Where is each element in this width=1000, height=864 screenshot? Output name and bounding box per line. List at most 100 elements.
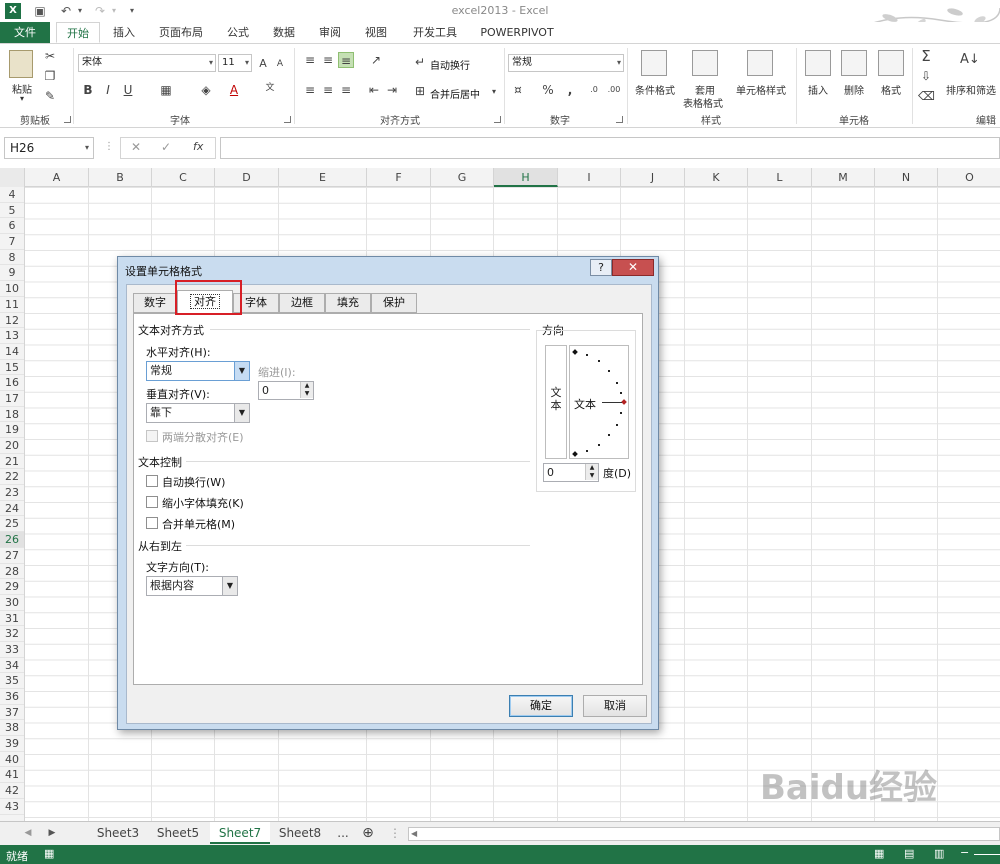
- column-header[interactable]: C: [152, 168, 215, 187]
- column-header[interactable]: G: [431, 168, 494, 187]
- comma-style-icon[interactable]: ,: [562, 82, 578, 98]
- row-header[interactable]: 9: [0, 265, 24, 282]
- row-header[interactable]: 6: [0, 218, 24, 235]
- number-launcher-icon[interactable]: [616, 116, 623, 123]
- row-header[interactable]: 29: [0, 579, 24, 595]
- percent-style-button[interactable]: %: [540, 82, 556, 98]
- row-header[interactable]: 22: [0, 469, 24, 486]
- orientation-icon[interactable]: ↗: [368, 52, 384, 68]
- wrap-text-button[interactable]: 自动换行: [430, 57, 470, 72]
- row-header[interactable]: 42: [0, 783, 24, 799]
- format-cells-button[interactable]: 格式: [872, 82, 910, 97]
- column-header[interactable]: K: [685, 168, 748, 187]
- tab-page-layout[interactable]: 页面布局: [150, 22, 212, 43]
- cancel-button[interactable]: 取消: [583, 695, 647, 717]
- sheet-tab[interactable]: Sheet8: [272, 822, 328, 844]
- more-sheets[interactable]: ...: [332, 822, 354, 844]
- fill-icon[interactable]: ⇩: [918, 68, 934, 84]
- align-top-icon[interactable]: ≡: [302, 52, 318, 68]
- row-header[interactable]: 31: [0, 611, 24, 627]
- paste-dropdown-icon[interactable]: ▾: [14, 94, 30, 103]
- tab-home[interactable]: 开始: [56, 22, 100, 43]
- row-header[interactable]: 11: [0, 297, 24, 313]
- shrink-to-fit-checkbox[interactable]: [146, 496, 158, 508]
- macro-record-icon[interactable]: ▦: [44, 847, 54, 860]
- row-header[interactable]: 23: [0, 485, 24, 501]
- cut-icon[interactable]: ✂: [42, 48, 58, 64]
- sheet-tab-active[interactable]: Sheet7: [210, 822, 270, 844]
- format-painter-icon[interactable]: ✎: [42, 88, 58, 104]
- row-header[interactable]: 7: [0, 234, 24, 250]
- formula-input[interactable]: [220, 137, 1000, 159]
- conditional-format-button[interactable]: 条件格式: [630, 82, 680, 97]
- row-header[interactable]: 43: [0, 799, 24, 815]
- column-header[interactable]: M: [812, 168, 875, 187]
- tab-view[interactable]: 视图: [356, 22, 396, 43]
- tab-fill[interactable]: 填充: [325, 293, 371, 313]
- borders-icon[interactable]: ▦: [158, 82, 174, 98]
- horizontal-align-combo[interactable]: 常规 ▼: [146, 361, 250, 381]
- wrap-text-checkbox[interactable]: [146, 475, 158, 487]
- increase-font-icon[interactable]: A: [255, 56, 271, 72]
- format-as-table-button-line2[interactable]: 表格格式: [676, 95, 730, 110]
- row-header[interactable]: 25: [0, 516, 24, 533]
- row-header[interactable]: 20: [0, 438, 24, 454]
- row-header[interactable]: 30: [0, 595, 24, 611]
- justify-distributed-checkbox[interactable]: [146, 430, 158, 442]
- row-header[interactable]: 36: [0, 689, 24, 705]
- row-header[interactable]: 41: [0, 767, 24, 784]
- row-header[interactable]: 24: [0, 501, 24, 517]
- delete-cells-button[interactable]: 删除: [836, 82, 872, 97]
- tab-number[interactable]: 数字: [133, 293, 177, 313]
- vertical-align-combo[interactable]: 靠下 ▼: [146, 403, 250, 423]
- column-header[interactable]: J: [621, 168, 685, 187]
- help-button[interactable]: ?: [590, 259, 612, 276]
- normal-view-icon[interactable]: ▦: [874, 847, 884, 860]
- merge-center-button[interactable]: 合并后居中: [430, 86, 480, 101]
- row-header[interactable]: 34: [0, 658, 24, 674]
- align-right-icon[interactable]: ≡: [338, 82, 354, 98]
- column-header[interactable]: L: [748, 168, 812, 187]
- column-header-selected[interactable]: H: [494, 168, 558, 187]
- tab-developer[interactable]: 开发工具: [404, 22, 466, 43]
- next-sheet-icon[interactable]: ▶: [44, 822, 60, 844]
- scroll-left-icon[interactable]: ◀: [411, 828, 417, 840]
- row-header[interactable]: 27: [0, 548, 24, 564]
- indent-spinner[interactable]: 0 ▲ ▼: [258, 381, 314, 400]
- align-bottom-icon[interactable]: ≡: [338, 52, 354, 68]
- row-header[interactable]: 18: [0, 407, 24, 423]
- select-all-corner[interactable]: [0, 168, 25, 187]
- decrease-indent-icon[interactable]: ⇤: [366, 82, 382, 98]
- row-header[interactable]: 40: [0, 752, 24, 768]
- phonetic-icon[interactable]: 文: [262, 80, 278, 96]
- increase-decimal-icon[interactable]: .0: [586, 82, 602, 98]
- font-launcher-icon[interactable]: [284, 116, 291, 123]
- autosum-icon[interactable]: Σ: [918, 48, 934, 64]
- tab-insert[interactable]: 插入: [104, 22, 144, 43]
- row-header-selected[interactable]: 26: [0, 532, 24, 548]
- column-header[interactable]: A: [25, 168, 89, 187]
- italic-button[interactable]: I: [100, 82, 116, 98]
- degrees-spinner[interactable]: 0 ▲ ▼: [543, 463, 599, 482]
- page-layout-view-icon[interactable]: ▤: [904, 847, 914, 860]
- row-header[interactable]: 15: [0, 360, 24, 376]
- column-header[interactable]: D: [215, 168, 279, 187]
- insert-function-button[interactable]: fx: [193, 140, 203, 153]
- vertical-text-button[interactable]: 文本: [545, 345, 567, 459]
- font-size-combo[interactable]: 11 ▾: [218, 54, 252, 72]
- page-break-view-icon[interactable]: ▥: [934, 847, 944, 860]
- decrease-decimal-icon[interactable]: .00: [606, 82, 622, 98]
- insert-cells-button[interactable]: 插入: [800, 82, 836, 97]
- cell-styles-button[interactable]: 单元格样式: [732, 82, 790, 97]
- align-center-icon[interactable]: ≡: [320, 82, 336, 98]
- alignment-launcher-icon[interactable]: [494, 116, 501, 123]
- zoom-slider[interactable]: [974, 854, 1000, 855]
- tab-data[interactable]: 数据: [264, 22, 304, 43]
- text-direction-combo[interactable]: 根据内容 ▼: [146, 576, 238, 596]
- tab-file[interactable]: 文件: [0, 22, 50, 43]
- prev-sheet-icon[interactable]: ◀: [20, 822, 36, 844]
- tab-border[interactable]: 边框: [279, 293, 325, 313]
- column-header[interactable]: B: [89, 168, 152, 187]
- tab-powerpivot[interactable]: POWERPIVOT: [474, 22, 560, 43]
- row-header[interactable]: 13: [0, 328, 24, 344]
